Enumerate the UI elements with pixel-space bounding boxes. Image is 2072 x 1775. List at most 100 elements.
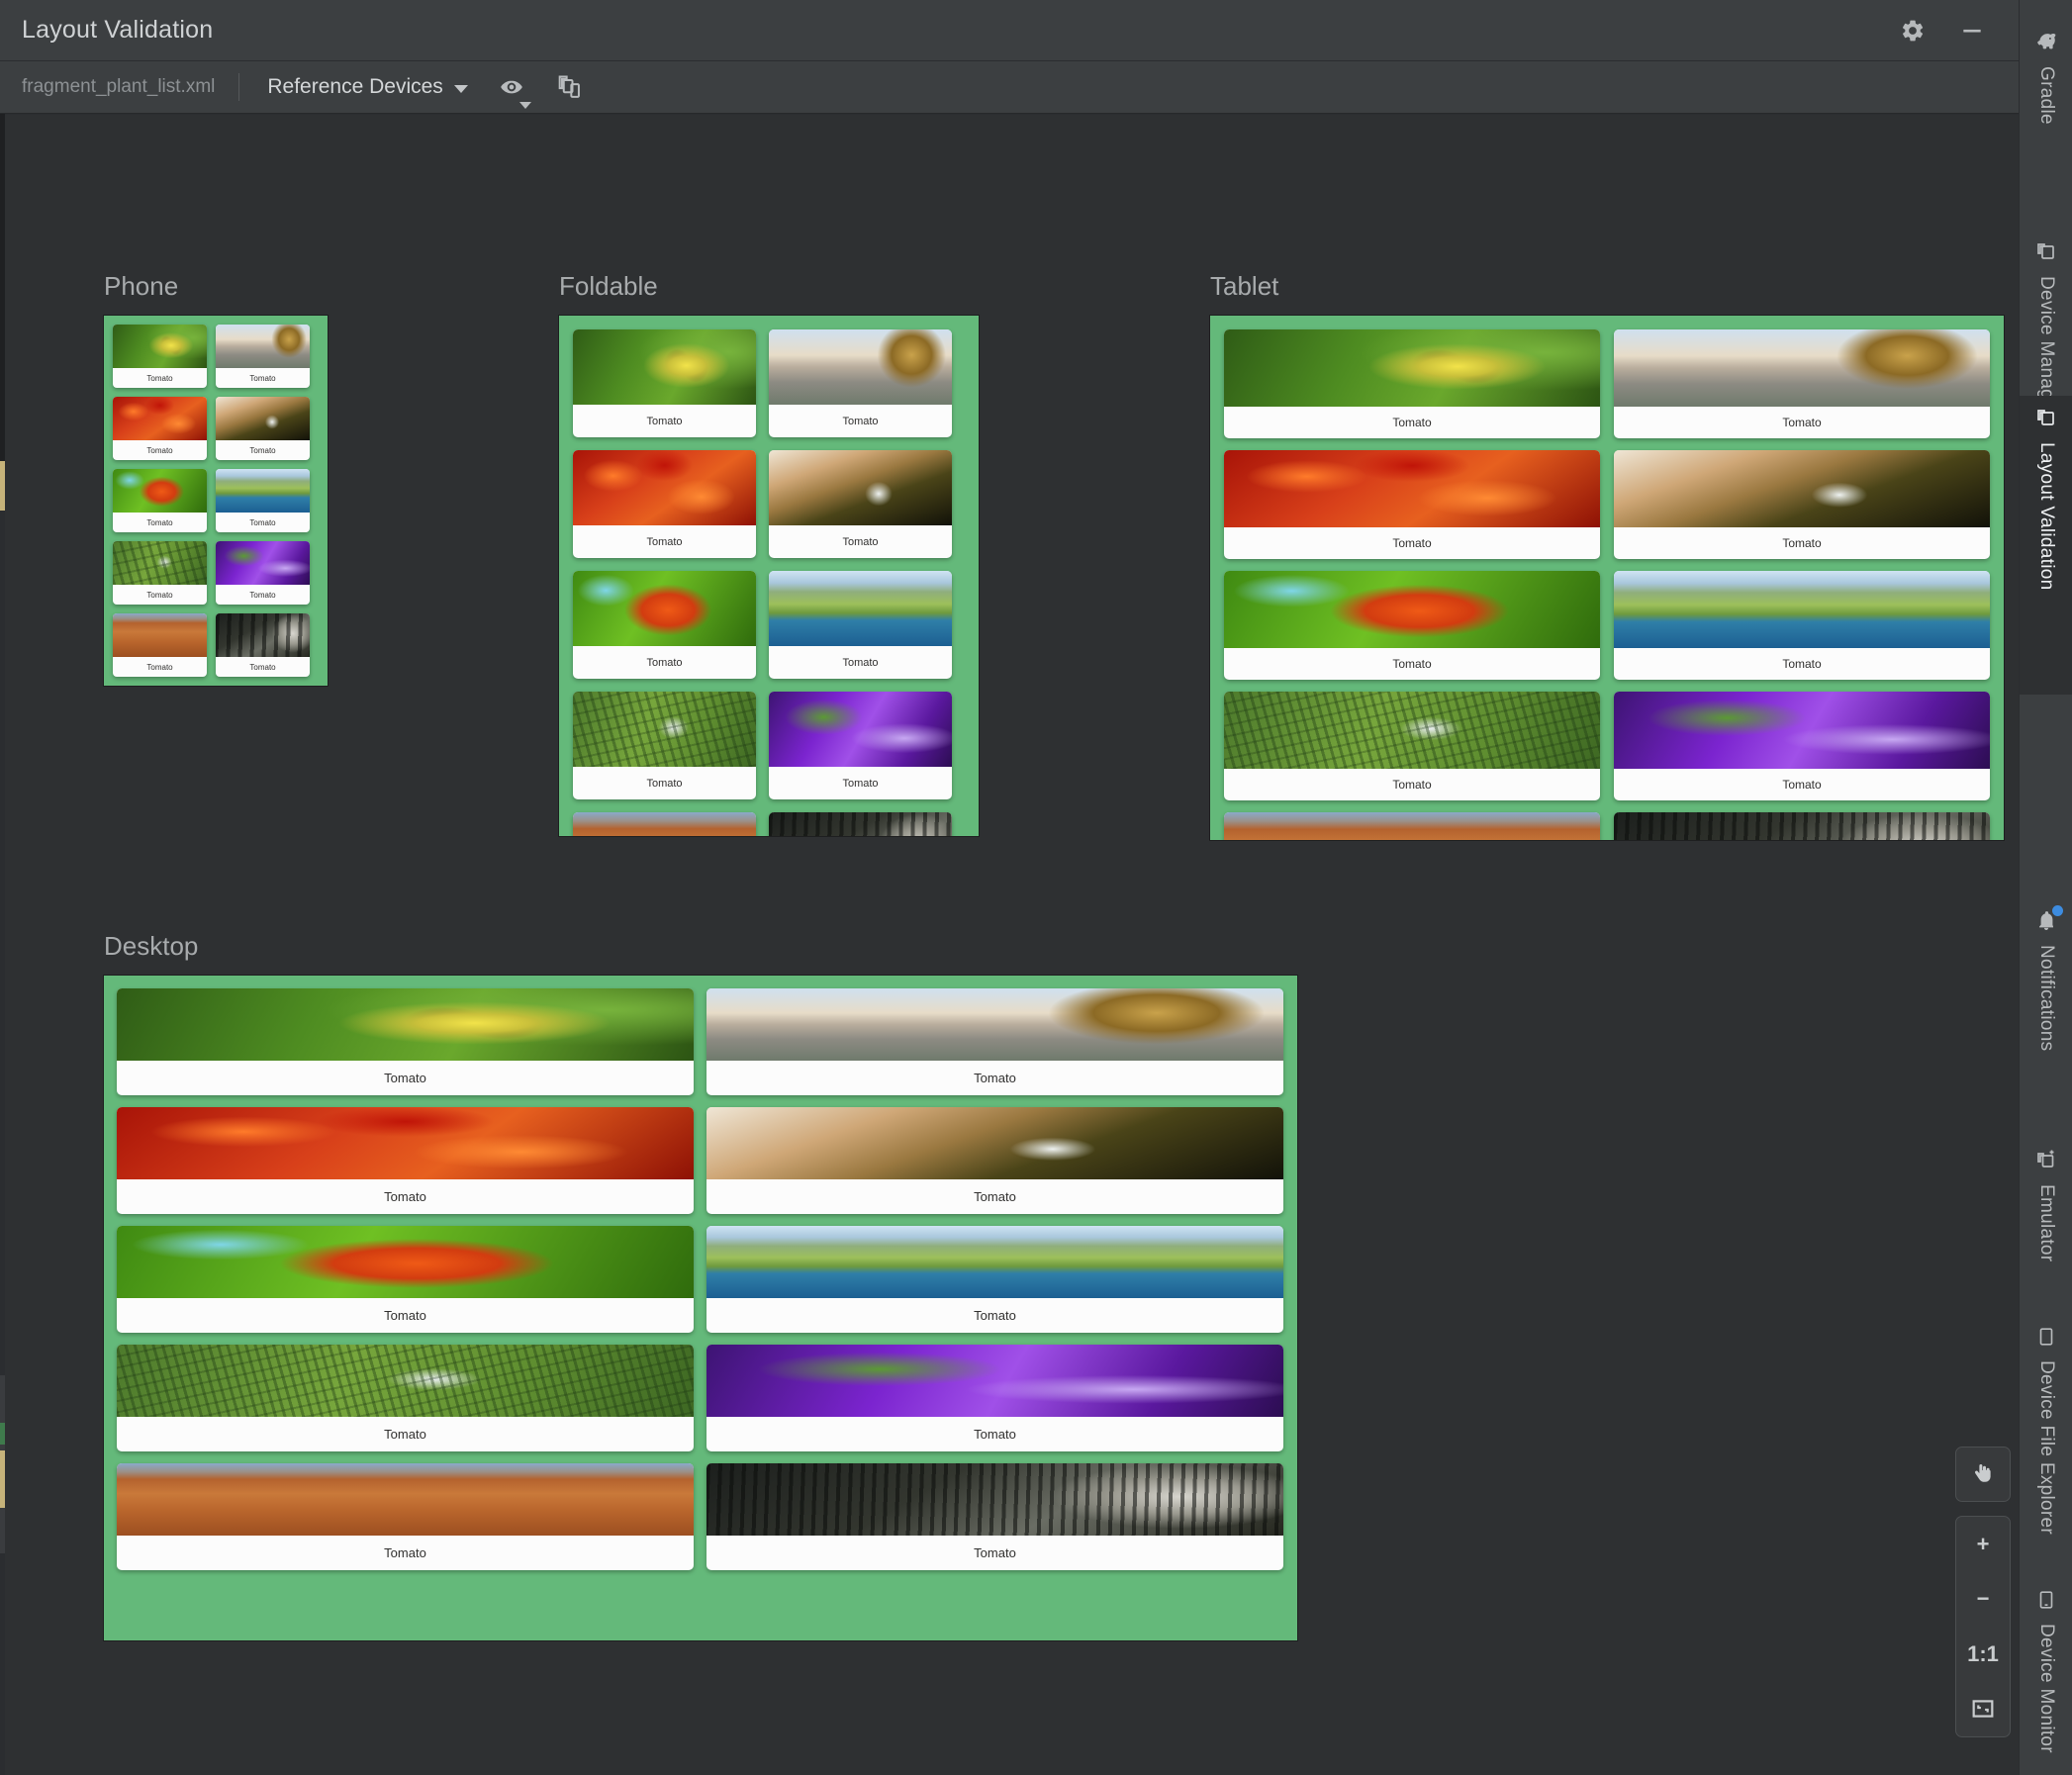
plant-card[interactable]: Tomato [216, 469, 310, 532]
plant-card[interactable]: Tomato [1614, 812, 1990, 840]
layout-validation-icon [2034, 406, 2058, 434]
plant-card[interactable]: Tomato [769, 329, 952, 437]
plant-card-label: Tomato [646, 535, 683, 548]
plant-card[interactable]: Tomato [1224, 329, 1600, 438]
plant-card[interactable]: Tomato [769, 450, 952, 558]
tool-window-emulator[interactable]: Emulator [2020, 1138, 2072, 1346]
plant-card-label: Tomato [1392, 416, 1432, 429]
plant-card-image-orange-leaf [1224, 571, 1600, 648]
plant-card[interactable]: Tomato [573, 812, 756, 836]
plant-card[interactable]: Tomato [117, 1107, 694, 1214]
multi-device-icon[interactable] [551, 69, 587, 105]
tool-window-gradle[interactable]: Gradle [2020, 18, 2072, 228]
plant-card[interactable]: Tomato [113, 541, 207, 605]
zoom-out-button[interactable]: − [1956, 1572, 2010, 1628]
plant-card-image-red-maple [117, 1107, 694, 1179]
plant-card[interactable]: Tomato [769, 812, 952, 836]
plant-card-image-wet-branch [769, 450, 952, 525]
reference-devices-dropdown[interactable]: Reference Devices [267, 75, 468, 99]
plant-card-image-purple-river [216, 541, 310, 585]
plant-card[interactable]: Tomato [1614, 571, 1990, 680]
device-frame-desktop[interactable]: Tomato Tomato Tomato Tomato Tomato Tomato Toma… [104, 976, 1297, 1640]
tool-window-layout-validation[interactable]: Layout Validation [2020, 396, 2072, 695]
plant-card[interactable]: Tomato [769, 692, 952, 799]
plant-card-image-bw-forest [706, 1463, 1283, 1536]
tool-window-device-monitor[interactable]: Device Monitor [2020, 1579, 2072, 1775]
pan-tool-button[interactable] [1955, 1447, 2011, 1502]
plant-card-label: Tomato [146, 590, 173, 600]
plant-card[interactable]: Tomato [117, 988, 694, 1095]
plant-card-image-purple-river [1614, 692, 1990, 769]
tool-window-device-file-explorer[interactable]: Device File Explorer [2020, 1316, 2072, 1613]
plant-card[interactable]: Tomato [573, 692, 756, 799]
plant-card-image-caterpillar [573, 329, 756, 405]
plant-card[interactable]: Tomato [117, 1345, 694, 1451]
plant-card[interactable]: Tomato [117, 1463, 694, 1570]
plant-card-image-desert-mesa [113, 613, 207, 657]
toolbar-divider [238, 73, 240, 101]
tool-window-label: Emulator [2036, 1184, 2057, 1262]
minimize-icon[interactable] [1955, 14, 1989, 47]
plant-card-label: Tomato [1782, 778, 1822, 792]
plant-card-image-wet-branch [706, 1107, 1283, 1179]
plant-card[interactable]: Tomato [573, 329, 756, 437]
plant-card[interactable]: Tomato [1224, 812, 1600, 840]
plant-card[interactable]: Tomato [216, 325, 310, 388]
plant-card-label: Tomato [146, 445, 173, 455]
tool-window-label: Notifications [2036, 945, 2057, 1052]
plant-card[interactable]: Tomato [706, 988, 1283, 1095]
plant-card[interactable]: Tomato [706, 1463, 1283, 1570]
tool-window-label: Layout Validation [2036, 442, 2057, 591]
plant-card[interactable]: Tomato [769, 571, 952, 679]
plant-card[interactable]: Tomato [216, 397, 310, 460]
plant-card-label: Tomato [1782, 416, 1822, 429]
device-label-phone: Phone [104, 271, 179, 301]
device-frame-foldable[interactable]: Tomato Tomato Tomato Tomato Tomato Tomato Toma… [559, 316, 979, 836]
device-frame-tablet[interactable]: Tomato Tomato Tomato Tomato Tomato Tomato Toma… [1210, 316, 2004, 840]
plant-card-image-farmland [573, 692, 756, 767]
plant-card[interactable]: Tomato [706, 1107, 1283, 1214]
plant-card-image-bw-forest [1614, 812, 1990, 840]
window-title-bar: Layout Validation [0, 0, 2019, 61]
plant-card[interactable]: Tomato [216, 613, 310, 677]
plant-card[interactable]: Tomato [113, 613, 207, 677]
plant-card-image-farmland [117, 1345, 694, 1417]
plant-card[interactable]: Tomato [706, 1345, 1283, 1451]
eye-icon[interactable] [494, 69, 531, 109]
plant-card-label: Tomato [974, 1427, 1016, 1442]
plant-card-image-purple-river [706, 1345, 1283, 1417]
zoom-fit-button[interactable] [1956, 1682, 2010, 1737]
gear-icon[interactable] [1896, 14, 1930, 47]
plant-card[interactable]: Tomato [1614, 692, 1990, 800]
plant-card[interactable]: Tomato [1614, 329, 1990, 438]
plant-card-image-coastline [769, 571, 952, 646]
zoom-actual-size-button[interactable]: 1:1 [1956, 1627, 2010, 1682]
zoom-in-button[interactable]: + [1956, 1517, 2010, 1572]
device-frame-phone[interactable]: Tomato Tomato Tomato Tomato Tomato Tomato Toma… [104, 316, 328, 686]
plant-card[interactable]: Tomato [113, 397, 207, 460]
plant-card[interactable]: Tomato [216, 541, 310, 605]
plant-card[interactable]: Tomato [1224, 450, 1600, 559]
notification-badge [2052, 905, 2063, 916]
plant-card[interactable]: Tomato [1224, 571, 1600, 680]
plant-card[interactable]: Tomato [1614, 450, 1990, 559]
chevron-down-icon [518, 102, 531, 109]
device-group-foldable: Foldable Tomato Tomato Tomato Tomato Tomato T… [559, 271, 979, 836]
plant-card-label: Tomato [384, 1071, 426, 1085]
plant-card-image-coastline [1614, 571, 1990, 648]
plant-card[interactable]: Tomato [117, 1226, 694, 1333]
plant-card-label: Tomato [249, 373, 276, 383]
plant-card[interactable]: Tomato [573, 450, 756, 558]
preview-canvas[interactable]: Phone Tomato Tomato Tomato Tomato Tomato Toma… [5, 115, 2019, 1775]
plant-card[interactable]: Tomato [1224, 692, 1600, 800]
plant-card[interactable]: Tomato [113, 469, 207, 532]
tool-window-notifications[interactable]: Notifications [2020, 898, 2072, 1146]
tool-window-label: Device Monitor [2036, 1624, 2057, 1753]
plant-card[interactable]: Tomato [573, 571, 756, 679]
plant-card-image-caterpillar [113, 325, 207, 368]
plant-card[interactable]: Tomato [706, 1226, 1283, 1333]
tool-window-sidebar: Gradle Device Manager Layout Validation Not… [2019, 0, 2072, 1775]
plant-card[interactable]: Tomato [113, 325, 207, 388]
reference-devices-label: Reference Devices [267, 75, 443, 98]
bell-icon [2034, 905, 2063, 937]
